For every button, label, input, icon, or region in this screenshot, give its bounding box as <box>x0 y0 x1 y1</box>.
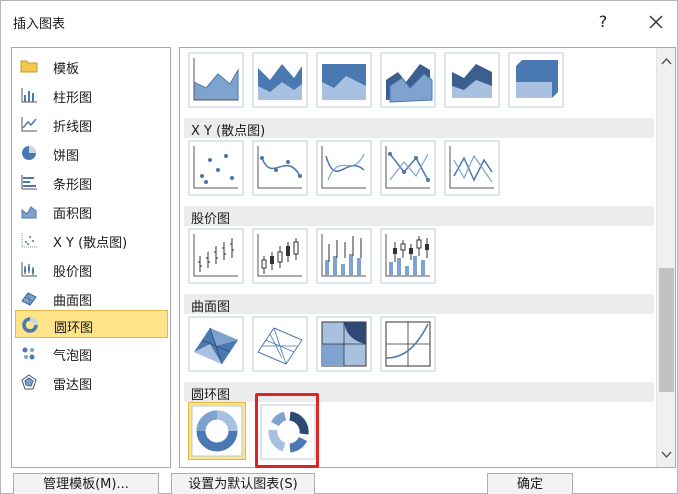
title-bar: 插入图表 ? <box>1 1 677 43</box>
stock-thumbnail-3[interactable] <box>316 228 372 284</box>
surface-thumbnail-4[interactable] <box>380 316 436 372</box>
folder-icon <box>20 60 38 73</box>
stock-chart-icon <box>21 262 37 277</box>
area-3d-thumbnail-1[interactable] <box>380 52 436 108</box>
highlight-box <box>255 393 319 468</box>
stock-thumbnail-1[interactable] <box>188 228 244 284</box>
ok-button[interactable]: 确定 <box>487 473 573 494</box>
sidebar-item-radar[interactable]: 雷达图 <box>15 368 168 396</box>
scrollbar-thumb[interactable] <box>659 268 674 392</box>
area-3d-thumbnail-2[interactable] <box>444 52 500 108</box>
sidebar-item-doughnut[interactable]: 圆环图 <box>15 310 168 338</box>
area-thumbnail-3[interactable] <box>316 52 372 108</box>
stock-thumbnail-4[interactable] <box>380 228 436 284</box>
sidebar-item-templates[interactable]: 模板 <box>15 52 168 80</box>
pie-chart-icon <box>22 146 36 160</box>
sidebar-item-stock[interactable]: 股价图 <box>15 255 168 283</box>
section-header-stock: 股价图 <box>184 206 654 227</box>
set-default-chart-button[interactable]: 设置为默认图表(S) <box>171 473 315 494</box>
close-icon[interactable] <box>641 7 671 37</box>
radar-chart-icon <box>21 374 37 390</box>
manage-templates-button[interactable]: 管理模板(M)... <box>13 473 159 494</box>
scatter-thumbnail-4[interactable] <box>380 140 436 196</box>
scroll-down-icon[interactable] <box>660 448 673 460</box>
scatter-thumbnail-3[interactable] <box>316 140 372 196</box>
area-chart-icon <box>21 206 37 219</box>
column-chart-icon <box>21 88 37 103</box>
stock-thumbnail-2[interactable] <box>252 228 308 284</box>
dialog-title: 插入图表 <box>13 17 66 32</box>
area-thumbnail-1[interactable] <box>188 52 244 108</box>
bar-chart-icon <box>21 175 37 190</box>
scatter-thumbnail-5[interactable] <box>444 140 500 196</box>
gallery-scrollbar[interactable] <box>656 48 675 467</box>
section-header-scatter: X Y (散点图) <box>184 118 654 139</box>
surface-thumbnail-1[interactable] <box>188 316 244 372</box>
doughnut-chart-icon <box>22 317 38 333</box>
insert-chart-dialog: 插入图表 ? 模板 柱形图 折线图 饼图 条形图 面积图 X Y (散点图) 股… <box>0 0 678 494</box>
chart-gallery: X Y (散点图) 股价图 曲面图 圆环图 <box>179 47 676 468</box>
bubble-chart-icon <box>22 347 35 360</box>
scatter-chart-icon <box>21 233 37 248</box>
sidebar-item-line[interactable]: 折线图 <box>15 110 168 138</box>
chart-type-list: 模板 柱形图 折线图 饼图 条形图 面积图 X Y (散点图) 股价图 曲面图 … <box>11 47 171 468</box>
line-chart-icon <box>21 117 37 132</box>
scroll-up-icon[interactable] <box>660 56 673 68</box>
surface-thumbnail-2[interactable] <box>252 316 308 372</box>
scatter-thumbnail-2[interactable] <box>252 140 308 196</box>
sidebar-item-bubble[interactable]: 气泡图 <box>15 339 168 367</box>
section-header-surface: 曲面图 <box>184 294 654 315</box>
sidebar-item-column[interactable]: 柱形图 <box>15 81 168 109</box>
sidebar-item-surface[interactable]: 曲面图 <box>15 284 168 312</box>
sidebar-item-scatter[interactable]: X Y (散点图) <box>15 226 168 254</box>
doughnut-thumbnail-1[interactable] <box>188 402 246 460</box>
sidebar-item-area[interactable]: 面积图 <box>15 197 168 225</box>
area-thumbnail-2[interactable] <box>252 52 308 108</box>
surface-chart-icon <box>21 292 37 306</box>
scatter-thumbnail-1[interactable] <box>188 140 244 196</box>
help-button[interactable]: ? <box>591 9 615 35</box>
area-3d-thumbnail-3[interactable] <box>508 52 564 108</box>
sidebar-item-pie[interactable]: 饼图 <box>15 139 168 167</box>
surface-thumbnail-3[interactable] <box>316 316 372 372</box>
sidebar-item-bar[interactable]: 条形图 <box>15 168 168 196</box>
